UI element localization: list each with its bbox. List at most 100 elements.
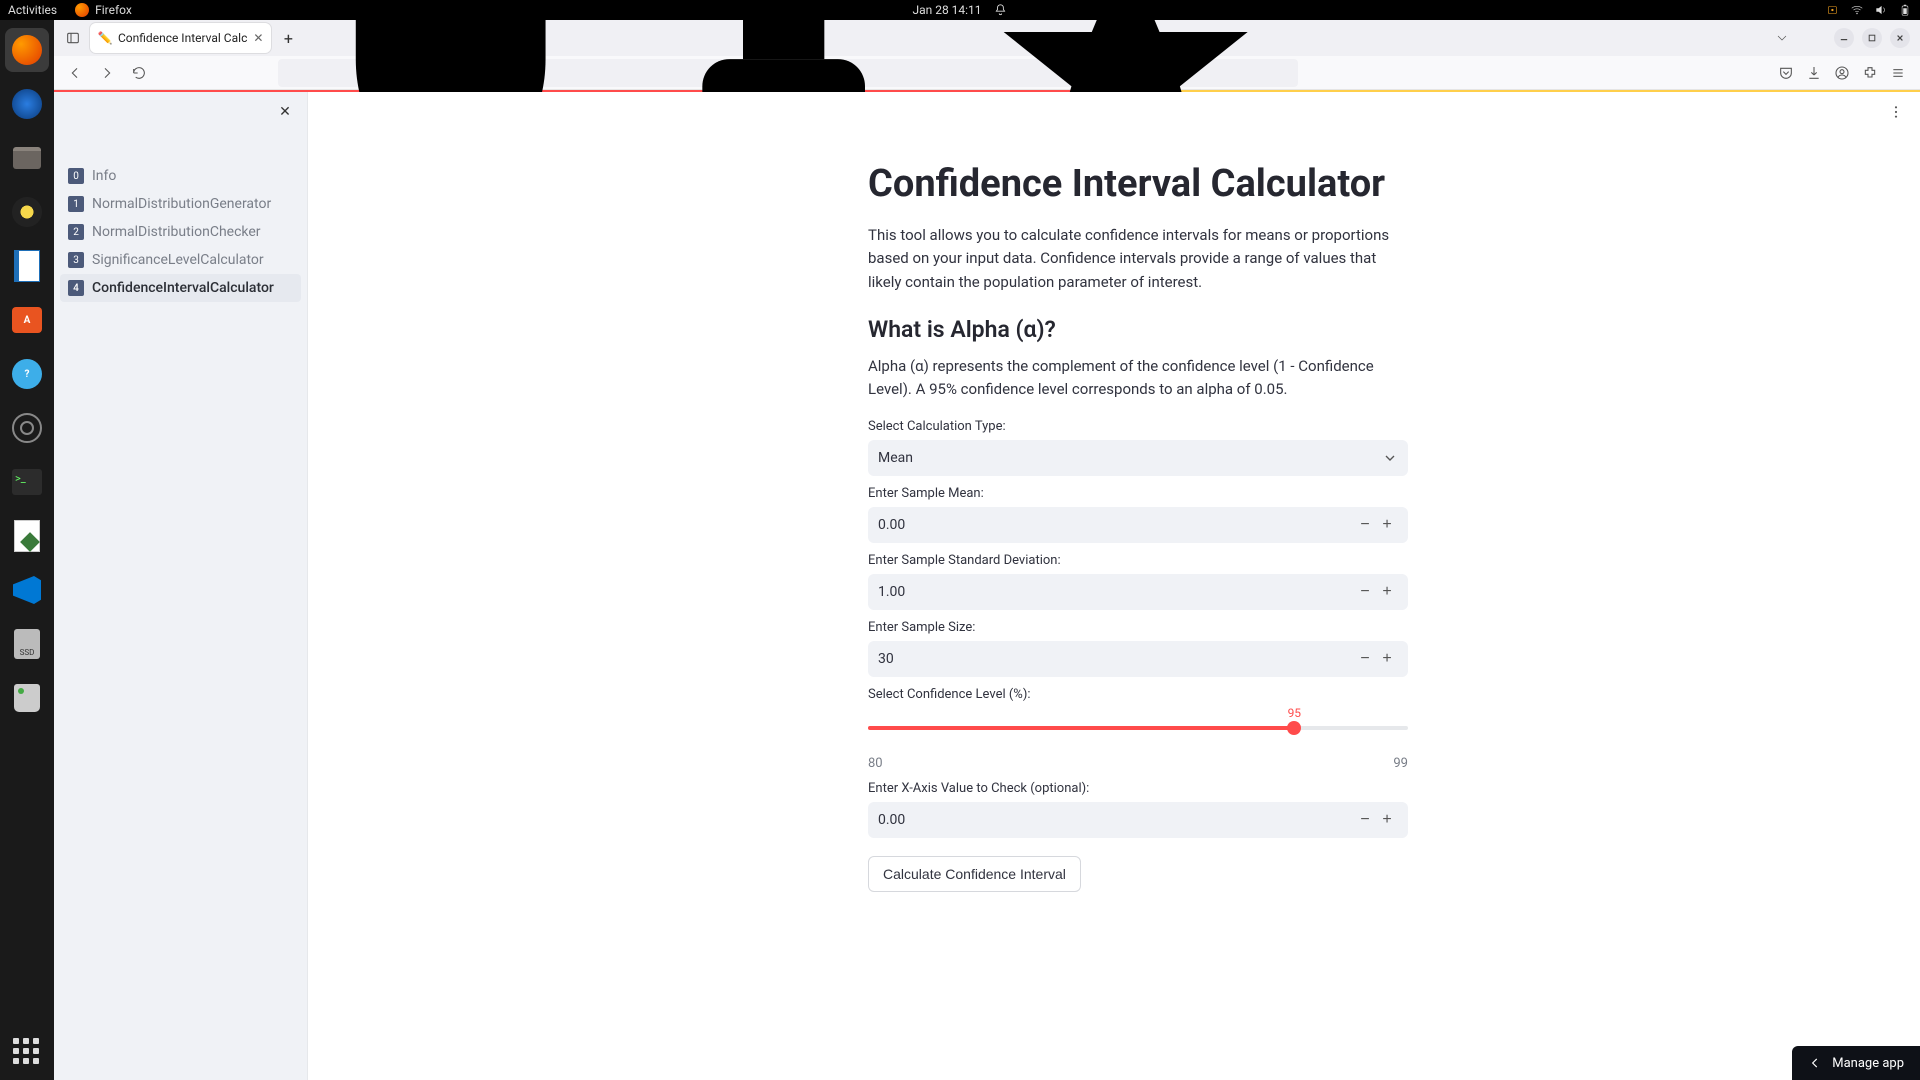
sidebar-item-significancelevelcalculator[interactable]: 3 SignificanceLevelCalculator [60, 246, 301, 274]
sample-mean-input[interactable]: 0.00 −+ [868, 507, 1408, 543]
slider-fill [868, 726, 1294, 730]
sidebar-item-info[interactable]: 0Info [60, 162, 301, 190]
sidebar-item-badge: 0 [68, 168, 84, 184]
streamlit-menu-button[interactable] [1884, 100, 1908, 124]
dock-disk[interactable]: SSD [5, 622, 49, 666]
dock-software[interactable]: A [5, 298, 49, 342]
sidebar-item-label: SignificanceLevelCalculator [92, 252, 264, 268]
xaxis-increment[interactable]: + [1376, 809, 1398, 831]
sidebar-item-normaldistributiongenerator[interactable]: 1 NormalDistributionGenerator [60, 190, 301, 218]
tab-title: Confidence Interval Calc [118, 31, 247, 45]
power-icon[interactable] [1898, 3, 1912, 17]
account-icon[interactable] [1834, 65, 1850, 81]
sidebar-toggle-button[interactable] [60, 25, 86, 51]
sample-sd-decrement[interactable]: − [1354, 581, 1376, 603]
dock-apps-grid[interactable] [13, 1038, 41, 1066]
window-maximize-button[interactable] [1862, 28, 1882, 48]
sidebar-item-label: NormalDistributionChecker [92, 224, 261, 240]
manage-app-label: Manage app [1832, 1056, 1904, 1071]
obs-icon [12, 413, 42, 443]
sidebar-item-label: NormalDistributionGenerator [92, 196, 271, 212]
dock-trash[interactable] [5, 676, 49, 720]
terminal-icon: >_ [12, 469, 42, 495]
nav-reload-button[interactable] [126, 60, 152, 86]
sample-sd-input[interactable]: 1.00 −+ [868, 574, 1408, 610]
screen-record-icon[interactable] [1826, 3, 1840, 17]
slider-value-label: 95 [1288, 706, 1302, 720]
vscode-icon [13, 576, 41, 604]
alpha-heading: What is Alpha (α)? [868, 316, 1408, 343]
streamlit-main: Confidence Interval Calculator This tool… [308, 92, 1920, 1080]
sidebar-item-badge: 2 [68, 224, 84, 240]
dock-rhythmbox[interactable] [5, 190, 49, 234]
wifi-icon[interactable] [1850, 3, 1864, 17]
thunderbird-icon [12, 89, 42, 119]
help-icon: ? [12, 359, 42, 389]
browser-tab[interactable]: ✏️ Confidence Interval Calc ✕ [90, 23, 271, 53]
downloads-icon[interactable] [1806, 65, 1822, 81]
calculate-button[interactable]: Calculate Confidence Interval [868, 856, 1081, 892]
sample-sd-increment[interactable]: + [1376, 581, 1398, 603]
active-app-indicator[interactable]: Firefox [75, 3, 132, 17]
url-bar: https://statisticsapp.streamlit.app/Conf… [54, 56, 1920, 90]
gnome-dock: A ? >_ SSD [0, 20, 54, 1080]
sample-size-value: 30 [878, 651, 1354, 667]
dock-help[interactable]: ? [5, 352, 49, 396]
sample-size-input[interactable]: 30 −+ [868, 641, 1408, 677]
slider-max: 99 [1393, 756, 1408, 771]
chevron-left-icon [1808, 1056, 1822, 1070]
files-icon [13, 147, 41, 169]
conf-level-slider[interactable]: 95 [868, 712, 1408, 752]
sample-mean-increment[interactable]: + [1376, 514, 1398, 536]
url-field[interactable]: https://statisticsapp.streamlit.app/Conf… [278, 59, 1298, 87]
volume-icon[interactable] [1874, 3, 1888, 17]
sidebar-item-label: ConfidenceIntervalCalculator [92, 280, 274, 296]
window-minimize-button[interactable] [1834, 28, 1854, 48]
dock-writer[interactable] [5, 244, 49, 288]
chevron-down-icon [1382, 450, 1398, 466]
sidebar-item-badge: 3 [68, 252, 84, 268]
calc-type-label: Select Calculation Type: [868, 419, 1408, 434]
xaxis-input[interactable]: 0.00 −+ [868, 802, 1408, 838]
conf-level-label: Select Confidence Level (%): [868, 687, 1408, 702]
software-icon: A [12, 307, 42, 333]
extensions-icon[interactable] [1862, 65, 1878, 81]
manage-app-button[interactable]: Manage app [1792, 1046, 1920, 1080]
active-app-label: Firefox [95, 3, 132, 17]
dock-files[interactable] [5, 136, 49, 180]
page-title: Confidence Interval Calculator [868, 162, 1408, 206]
app-menu-icon[interactable] [1890, 65, 1906, 81]
sample-sd-label: Enter Sample Standard Deviation: [868, 553, 1408, 568]
dock-gedit[interactable] [5, 514, 49, 558]
nav-back-button[interactable] [62, 60, 88, 86]
disk-icon: SSD [14, 629, 40, 659]
sidebar-close-button[interactable]: ✕ [273, 100, 297, 124]
sample-sd-value: 1.00 [878, 584, 1354, 600]
sample-size-decrement[interactable]: − [1354, 648, 1376, 670]
dock-firefox[interactable] [5, 28, 49, 72]
sidebar-item-badge: 4 [68, 280, 84, 296]
xaxis-decrement[interactable]: − [1354, 809, 1376, 831]
calc-type-select[interactable]: Mean [868, 440, 1408, 476]
sample-size-increment[interactable]: + [1376, 648, 1398, 670]
nav-forward-button[interactable] [94, 60, 120, 86]
activities-button[interactable]: Activities [8, 3, 57, 17]
dock-obs[interactable] [5, 406, 49, 450]
dock-vscode[interactable] [5, 568, 49, 612]
sidebar-item-confidenceintervalcalculator[interactable]: 4 ConfidenceIntervalCalculator [60, 274, 301, 302]
tab-close-button[interactable]: ✕ [253, 31, 263, 45]
dock-terminal[interactable]: >_ [5, 460, 49, 504]
slider-thumb[interactable] [1287, 721, 1301, 735]
pocket-icon[interactable] [1778, 65, 1794, 81]
writer-icon [14, 250, 40, 282]
firefox-icon [75, 3, 89, 17]
sidebar-item-normaldistributionchecker[interactable]: 2 NormalDistributionChecker [60, 218, 301, 246]
alpha-body: Alpha (α) represents the complement of t… [868, 355, 1408, 402]
tabs-dropdown-icon[interactable] [1774, 30, 1790, 46]
window-close-button[interactable] [1890, 28, 1910, 48]
sample-size-label: Enter Sample Size: [868, 620, 1408, 635]
sample-mean-decrement[interactable]: − [1354, 514, 1376, 536]
dock-thunderbird[interactable] [5, 82, 49, 126]
xaxis-label: Enter X-Axis Value to Check (optional): [868, 781, 1408, 796]
sidebar-item-badge: 1 [68, 196, 84, 212]
